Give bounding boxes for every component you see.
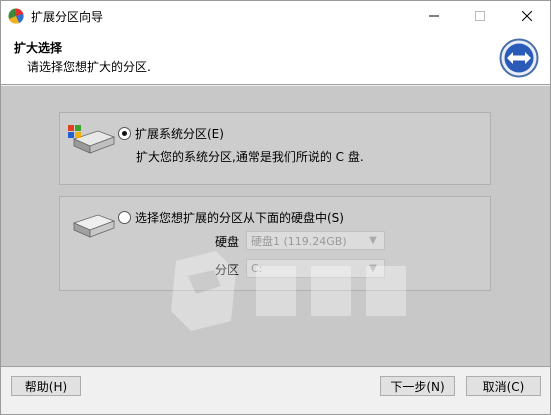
disk-select[interactable]: 硬盘1 (119.24GB) ▼ bbox=[246, 231, 385, 250]
radio-checked-icon[interactable] bbox=[118, 127, 131, 140]
chevron-down-icon: ▼ bbox=[369, 263, 377, 274]
partition-select[interactable]: C: ▼ bbox=[246, 259, 385, 278]
system-drive-icon bbox=[68, 125, 116, 159]
page-subtitle: 请选择您想扩大的分区. bbox=[27, 60, 151, 74]
page-title: 扩大选择 bbox=[14, 41, 63, 55]
hard-drive-icon bbox=[68, 209, 116, 243]
system-partition-description: 扩大您的系统分区,通常是我们所说的 C 盘. bbox=[136, 150, 364, 164]
partition-app-icon bbox=[7, 7, 25, 25]
disk-select-value: 硬盘1 (119.24GB) bbox=[251, 234, 347, 248]
double-arrow-icon bbox=[499, 38, 539, 78]
maximize-icon bbox=[475, 11, 485, 21]
minimize-icon bbox=[429, 15, 439, 17]
cancel-button[interactable]: 取消(C) bbox=[466, 376, 541, 396]
system-partition-label: 扩展系统分区(E) bbox=[135, 127, 224, 141]
next-button[interactable]: 下一步(N) bbox=[380, 376, 455, 396]
close-button[interactable] bbox=[504, 1, 550, 31]
disk-label: 硬盘 bbox=[215, 235, 240, 249]
wizard-header: 扩大选择 请选择您想扩大的分区. bbox=[1, 31, 550, 85]
maximize-button[interactable] bbox=[457, 1, 503, 31]
radio-unchecked-icon[interactable] bbox=[118, 211, 131, 224]
wizard-window: 扩展分区向导 扩大选择 请选择您想扩大的分区. 扩展系统分区(E) 扩大您的系统… bbox=[0, 0, 551, 415]
system-partition-group: 扩展系统分区(E) 扩大您的系统分区,通常是我们所说的 C 盘. bbox=[59, 112, 491, 185]
other-partition-group: 选择您想扩展的分区从下面的硬盘中(S) 硬盘 硬盘1 (119.24GB) ▼ … bbox=[59, 196, 491, 291]
window-title: 扩展分区向导 bbox=[31, 10, 104, 24]
other-partition-label: 选择您想扩展的分区从下面的硬盘中(S) bbox=[135, 211, 344, 225]
title-bar[interactable]: 扩展分区向导 bbox=[1, 1, 550, 31]
wizard-content: 扩展系统分区(E) 扩大您的系统分区,通常是我们所说的 C 盘. 选择您想扩展的… bbox=[1, 86, 550, 366]
other-partition-radio[interactable]: 选择您想扩展的分区从下面的硬盘中(S) bbox=[118, 209, 344, 226]
partition-select-value: C: bbox=[251, 262, 263, 275]
help-button[interactable]: 帮助(H) bbox=[11, 376, 81, 396]
close-icon bbox=[522, 11, 532, 21]
system-partition-radio[interactable]: 扩展系统分区(E) bbox=[118, 125, 224, 142]
footer-divider bbox=[1, 366, 550, 367]
chevron-down-icon: ▼ bbox=[369, 235, 377, 246]
minimize-button[interactable] bbox=[411, 1, 457, 31]
partition-label: 分区 bbox=[215, 263, 240, 277]
